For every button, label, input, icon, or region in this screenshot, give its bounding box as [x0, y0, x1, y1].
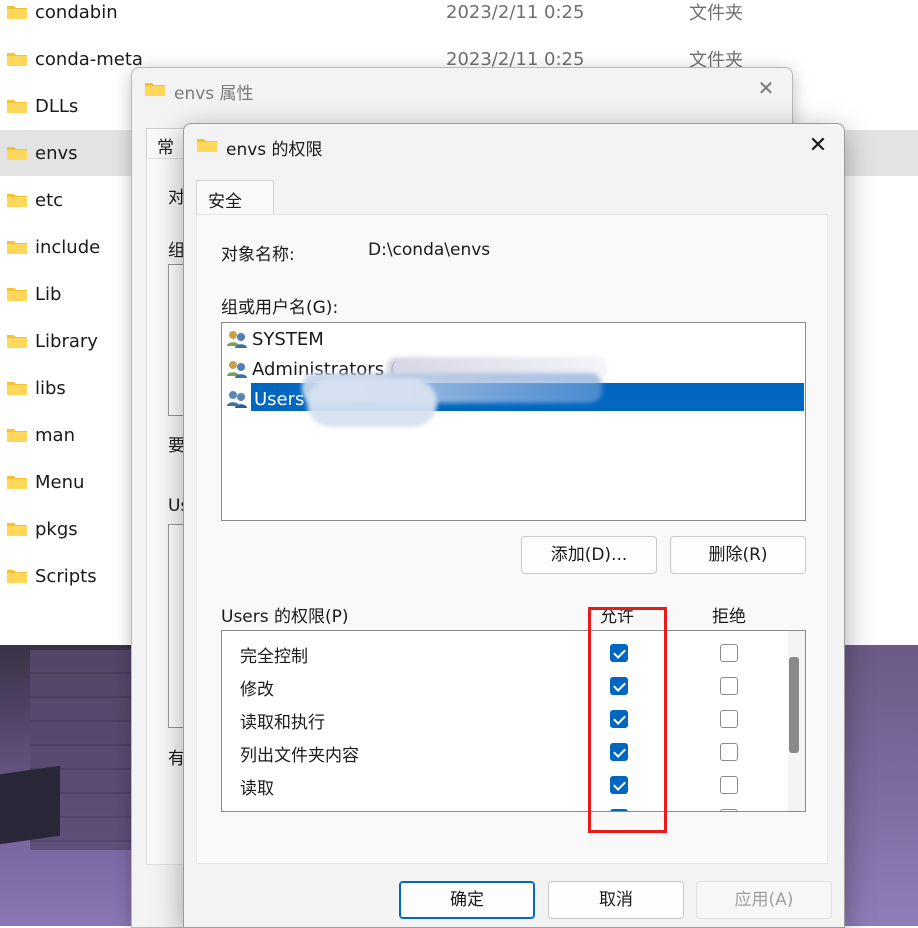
deny-header: 拒绝: [712, 607, 746, 627]
file-name: man: [35, 424, 75, 446]
group-user-list[interactable]: SYSTEM Administrators ( Users: [221, 322, 806, 521]
file-name: Scripts: [35, 565, 97, 587]
close-icon[interactable]: ✕: [804, 132, 832, 160]
permission-name: 写入: [240, 807, 274, 811]
tab-security[interactable]: 安全: [196, 180, 274, 214]
folder-icon: [7, 6, 27, 19]
table-row: 写入: [222, 801, 787, 811]
permissions-dialog: envs 的权限 ✕ 安全 对象名称: D:\conda\envs 组或用户名(…: [183, 123, 845, 928]
folder-icon: [7, 335, 27, 348]
deny-checkbox[interactable]: [720, 776, 738, 794]
file-name: condabin: [35, 1, 118, 23]
folder-icon: [7, 147, 27, 160]
highlight-annotation-box: [588, 607, 667, 833]
permission-name: 读取: [240, 779, 274, 799]
folder-icon: [7, 288, 27, 301]
file-date: 2023/2/11 0:25: [446, 1, 585, 23]
deny-checkbox[interactable]: [720, 743, 738, 761]
principal-name: Users: [252, 388, 307, 410]
file-type: 文件夹: [689, 3, 743, 24]
user-group-icon: [227, 361, 247, 378]
wallpaper-detail: [843, 645, 918, 926]
deny-checkbox[interactable]: [720, 710, 738, 728]
file-name: pkgs: [35, 518, 78, 540]
permission-name: 列出文件夹内容: [240, 746, 359, 766]
list-item[interactable]: Users: [226, 385, 307, 413]
table-row: 读取和执行: [222, 702, 787, 735]
dialog-title: envs 属性: [174, 84, 254, 104]
user-group-icon: [227, 391, 247, 408]
remove-button[interactable]: 删除(R): [670, 536, 806, 574]
wallpaper-detail: [0, 765, 60, 845]
permission-name: 读取和执行: [240, 713, 325, 733]
folder-icon: [7, 429, 27, 442]
file-name: libs: [35, 377, 66, 399]
dialog-title: envs 的权限: [226, 140, 323, 160]
object-name-value: D:\conda\envs: [368, 240, 491, 260]
folder-icon: [7, 523, 27, 536]
permissions-list: 完全控制 修改 读取和执行 列出文件夹内容 读取 写入: [221, 630, 806, 812]
file-name: include: [35, 236, 101, 258]
file-name: envs: [35, 142, 78, 164]
redaction-blur: [307, 379, 437, 427]
folder-icon: [7, 241, 27, 254]
list-item[interactable]: SYSTEM: [226, 325, 324, 353]
group-list-label: 组或用户名(G):: [221, 298, 339, 318]
table-row: 读取: [222, 768, 787, 801]
table-row: 完全控制: [222, 636, 787, 669]
cancel-button[interactable]: 取消: [548, 881, 684, 919]
folder-icon: [7, 570, 27, 583]
table-row: 列出文件夹内容: [222, 735, 787, 768]
user-group-icon: [227, 331, 247, 348]
add-button[interactable]: 添加(D)...: [521, 536, 657, 574]
permission-name: 完全控制: [240, 647, 308, 667]
file-name: conda-meta: [35, 48, 143, 70]
file-name: Lib: [35, 283, 62, 305]
permissions-label: Users 的权限(P): [221, 607, 349, 627]
file-name: Library: [35, 330, 98, 352]
scrollbar-thumb[interactable]: [789, 657, 799, 753]
ok-button[interactable]: 确定: [399, 881, 535, 919]
folder-icon: [7, 476, 27, 489]
principal-name: SYSTEM: [252, 328, 324, 350]
folder-icon: [7, 100, 27, 113]
file-name: Menu: [35, 471, 85, 493]
folder-icon: [7, 382, 27, 395]
folder-icon: [7, 194, 27, 207]
deny-checkbox[interactable]: [720, 809, 738, 811]
deny-checkbox[interactable]: [720, 677, 738, 695]
deny-checkbox[interactable]: [720, 644, 738, 662]
file-name: DLLs: [35, 95, 79, 117]
list-item[interactable]: condabin 2023/2/11 0:25 文件夹: [0, 0, 918, 35]
folder-icon: [197, 139, 217, 152]
folder-icon: [7, 53, 27, 66]
file-name: etc: [35, 189, 64, 211]
object-name-label: 对象名称:: [221, 245, 295, 265]
folder-icon: [145, 83, 165, 96]
permission-name: 修改: [240, 680, 274, 700]
table-row: 修改: [222, 669, 787, 702]
tab-general[interactable]: 常规: [146, 128, 186, 183]
close-icon[interactable]: ✕: [754, 76, 778, 100]
apply-button[interactable]: 应用(A): [696, 881, 832, 919]
